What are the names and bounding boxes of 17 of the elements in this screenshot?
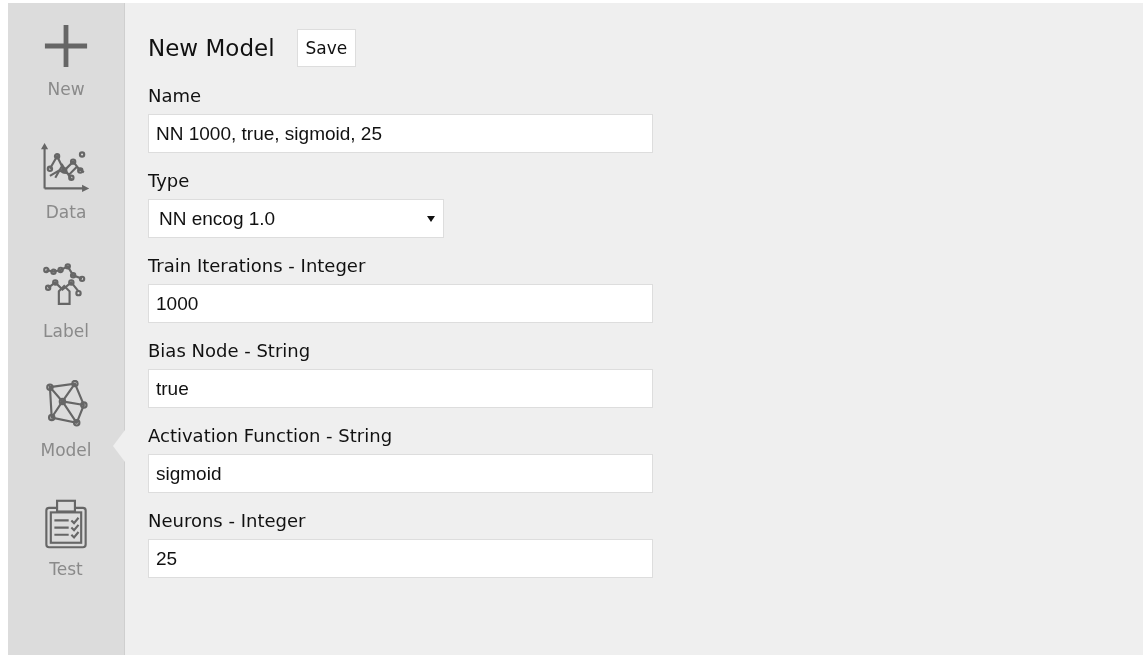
field-label: Activation Function - String bbox=[148, 425, 394, 446]
field-label: Train Iterations - Integer bbox=[148, 255, 367, 276]
plus-icon bbox=[43, 23, 89, 69]
save-button[interactable]: Save bbox=[296, 29, 357, 67]
field-label: Name bbox=[148, 85, 203, 106]
input-field[interactable]: NN 1000, true, sigmoid, 25 bbox=[148, 114, 653, 153]
input-field[interactable]: true bbox=[148, 369, 653, 408]
field-label: Bias Node - String bbox=[148, 340, 312, 361]
chart-icon bbox=[41, 142, 91, 192]
input-field[interactable]: 25 bbox=[148, 539, 653, 578]
select-field[interactable]: NN encog 1.0 bbox=[148, 199, 444, 238]
input-field[interactable]: 1000 bbox=[148, 284, 653, 323]
field-label: Neurons - Integer bbox=[148, 510, 307, 531]
page-title: New Model bbox=[148, 35, 275, 61]
input-field[interactable]: sigmoid bbox=[148, 454, 653, 493]
caret-icon bbox=[427, 215, 435, 222]
field-label: Type bbox=[148, 170, 191, 191]
